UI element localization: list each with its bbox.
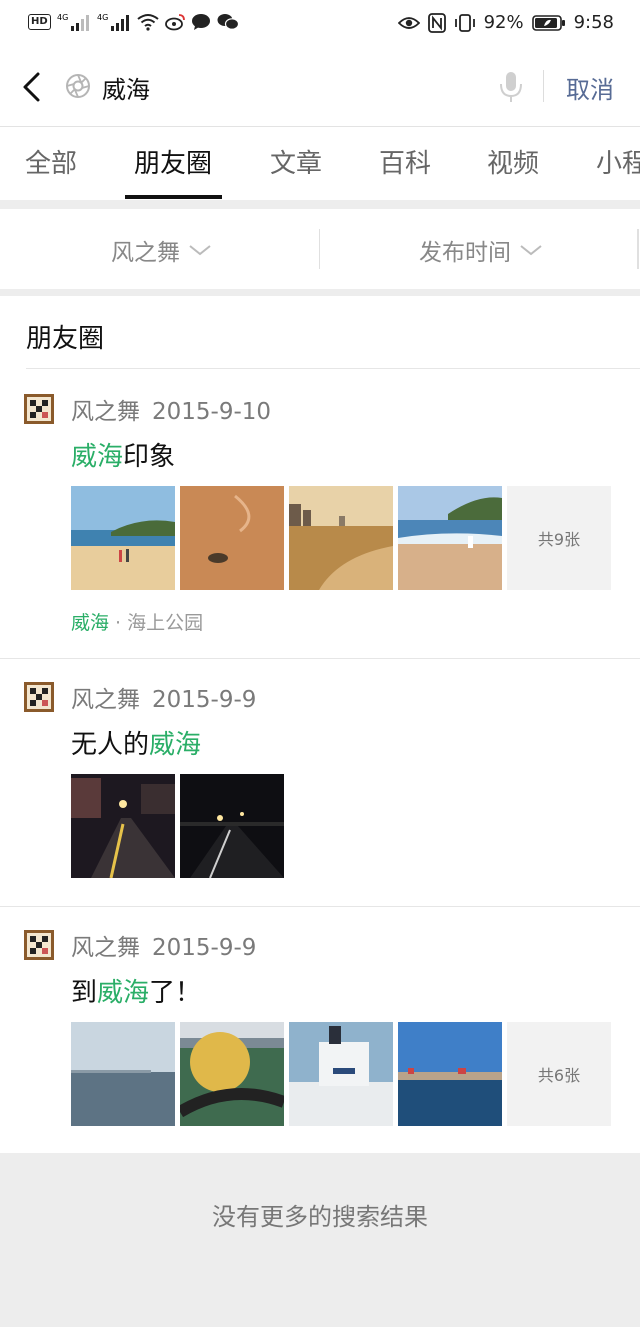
photo-thumbnail[interactable] (398, 1022, 502, 1126)
post-date: 2015-9-10 (152, 399, 272, 425)
tab-videos[interactable]: 视频 (487, 143, 539, 180)
search-tabs: 全部 朋友圈 文章 百科 视频 小程 (0, 127, 640, 200)
hd-icon: HD (28, 14, 51, 30)
divider (26, 368, 640, 369)
weibo-icon (164, 13, 185, 31)
post-text: 到威海了！ (71, 978, 202, 1008)
avatar (24, 394, 54, 424)
vibrate-icon (454, 13, 476, 33)
post-author[interactable]: 风之舞 (71, 687, 140, 713)
signal-icon: 4G (97, 12, 131, 32)
divider (0, 658, 640, 659)
divider (0, 906, 640, 907)
chevron-left-icon (23, 72, 40, 102)
photo-grid: 共9张 (71, 486, 611, 590)
post-author[interactable]: 风之舞 (71, 935, 140, 961)
photo-thumbnail[interactable] (71, 1022, 175, 1126)
post-location[interactable]: 威海 · 海上公园 (71, 608, 203, 635)
photo-thumbnail[interactable] (289, 486, 393, 590)
results-list: 朋友圈 风之舞 2015-9-10 威海印象 共9张 威海 · 海上公园 风之舞… (0, 296, 640, 1153)
battery-icon (531, 14, 566, 32)
active-tab-indicator (125, 195, 222, 199)
tab-all[interactable]: 全部 (25, 143, 77, 180)
time-filter[interactable]: 发布时间 (419, 233, 543, 267)
wechat-icon (217, 13, 239, 31)
section-title: 朋友圈 (26, 324, 105, 354)
results-footer: 没有更多的搜索结果 (0, 1153, 640, 1327)
clock: 9:58 (573, 12, 614, 33)
highlight-keyword: 威海 (71, 442, 124, 472)
more-photos-count[interactable]: 共9张 (507, 486, 611, 590)
photo-grid: 共6张 (71, 1022, 611, 1126)
search-input[interactable]: 威海 (102, 70, 150, 105)
cancel-button[interactable]: 取消 (566, 70, 614, 105)
status-bar: HD 4G 4G 92% 9:58 (0, 0, 640, 48)
message-icon (191, 13, 211, 31)
photo-thumbnail[interactable] (180, 1022, 284, 1126)
post-author[interactable]: 风之舞 (71, 399, 140, 425)
microphone-icon[interactable] (498, 70, 524, 104)
photo-thumbnail[interactable] (180, 774, 284, 878)
divider (319, 229, 320, 269)
divider (637, 229, 639, 269)
highlight-keyword: 威海 (149, 730, 202, 760)
photo-thumbnail[interactable] (289, 1022, 393, 1126)
no-more-results: 没有更多的搜索结果 (212, 1203, 428, 1231)
photo-thumbnail[interactable] (398, 486, 502, 590)
eye-icon (397, 15, 420, 31)
svg-text:4G: 4G (57, 13, 68, 22)
back-button[interactable] (18, 70, 48, 104)
filter-bar: 风之舞 发布时间 (0, 209, 640, 289)
post-date: 2015-9-9 (152, 935, 257, 961)
nfc-icon (427, 12, 446, 33)
avatar (24, 682, 54, 712)
photo-grid (71, 774, 284, 878)
chevron-down-icon (189, 245, 211, 256)
highlight-keyword: 威海 (97, 978, 150, 1008)
post-text: 无人的威海 (71, 730, 202, 760)
tab-articles[interactable]: 文章 (270, 143, 322, 180)
post-text: 威海印象 (71, 442, 176, 472)
signal-icon: 4G (57, 12, 91, 32)
author-filter[interactable]: 风之舞 (111, 233, 212, 267)
chevron-down-icon (520, 245, 542, 256)
svg-text:4G: 4G (97, 13, 108, 22)
photo-thumbnail[interactable] (71, 486, 175, 590)
photo-thumbnail[interactable] (180, 486, 284, 590)
divider (543, 70, 544, 102)
search-bar: 威海 取消 (0, 48, 640, 127)
tab-miniprograms[interactable]: 小程 (596, 143, 640, 180)
moments-aperture-icon (64, 72, 92, 100)
wifi-icon (137, 13, 159, 31)
tab-baike[interactable]: 百科 (379, 143, 431, 180)
more-photos-count[interactable]: 共6张 (507, 1022, 611, 1126)
post-date: 2015-9-9 (152, 687, 257, 713)
author-filter-label: 风之舞 (111, 240, 180, 266)
time-filter-label: 发布时间 (419, 240, 511, 266)
photo-thumbnail[interactable] (71, 774, 175, 878)
avatar (24, 930, 54, 960)
battery-percent: 92% (483, 12, 524, 33)
tab-moments[interactable]: 朋友圈 (134, 143, 212, 180)
